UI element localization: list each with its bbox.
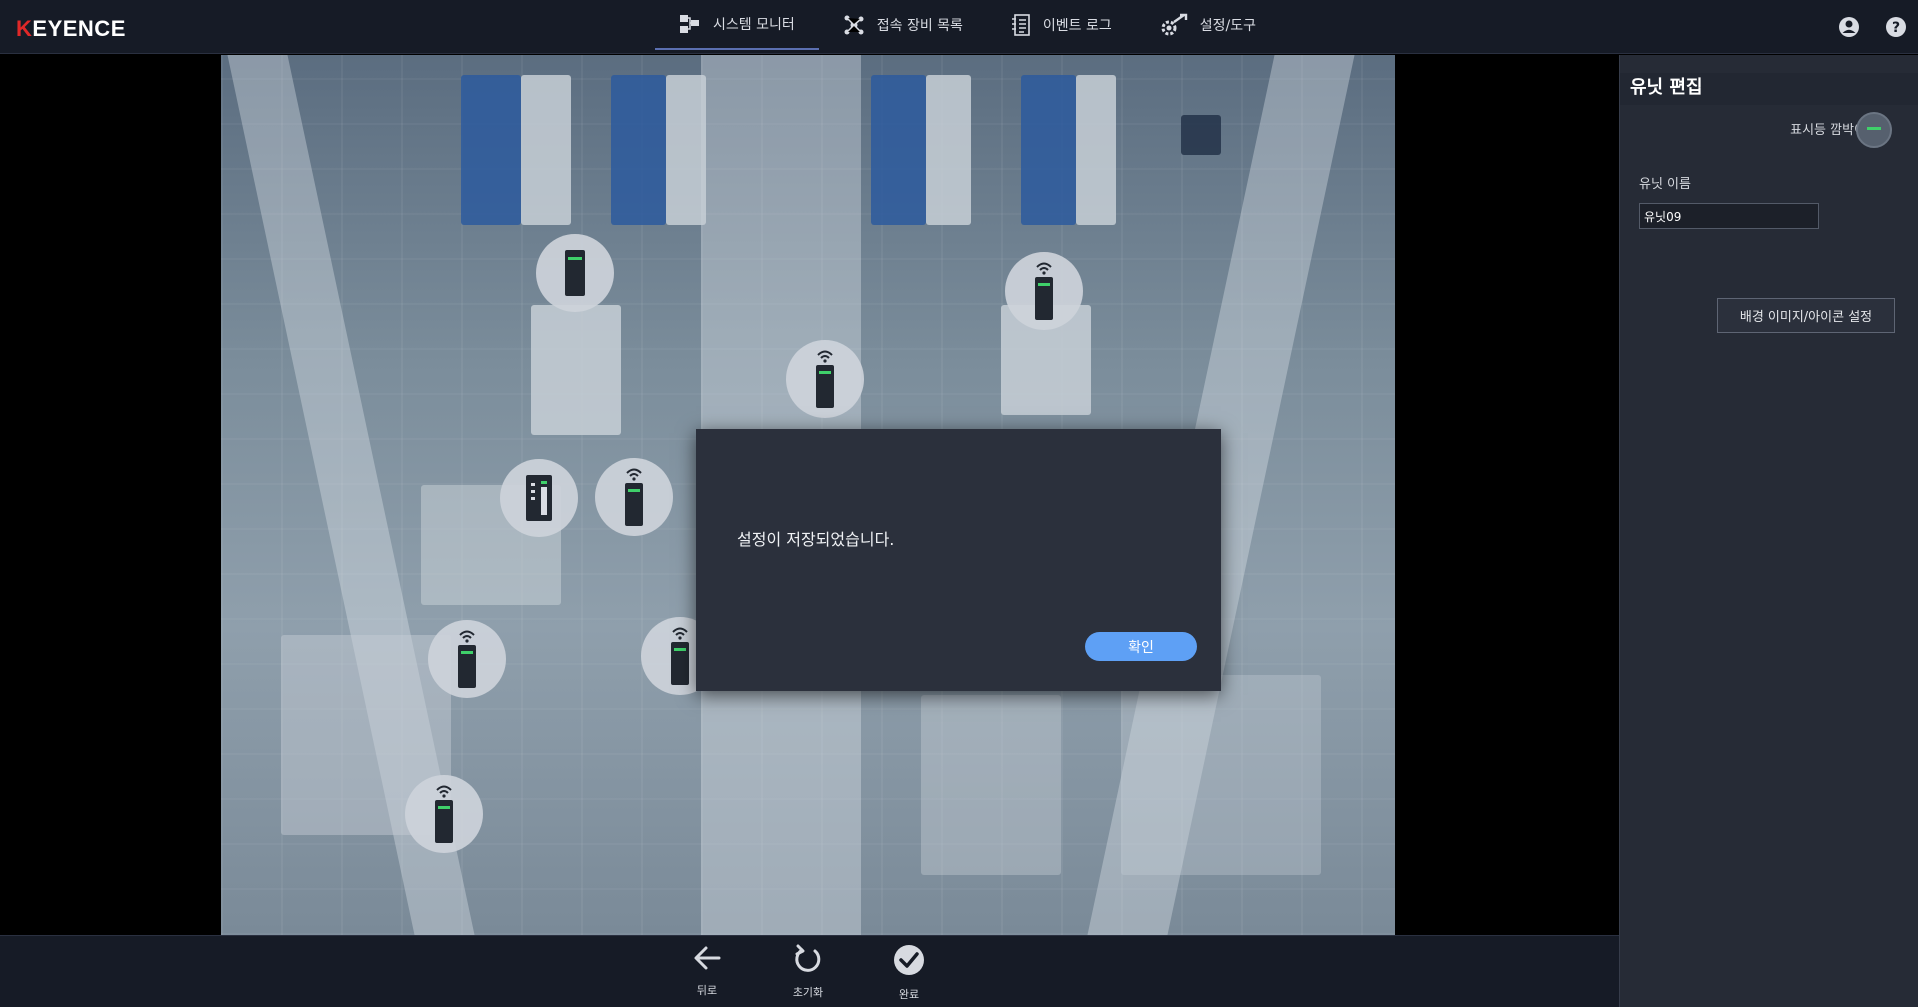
keyence-logo: KEYENCE: [16, 16, 126, 42]
panel-title: 유닛 편집: [1630, 77, 1703, 98]
unit-name-input[interactable]: [1639, 203, 1819, 229]
unit-edit-panel: 유닛 편집 표시등 깜박이기 유닛 이름 배경 이미지/아이콘 설정: [1619, 55, 1918, 1007]
bottom-toolbar: 뒤로 초기화 완료: [0, 935, 1619, 1007]
reset-icon: [795, 944, 821, 972]
logo-k: K: [16, 16, 33, 41]
save-confirmation-dialog: 설정이 저장되었습니다. 확인: [696, 429, 1221, 691]
back-label: 뒤로: [696, 984, 718, 997]
logo-rest: EYENCE: [32, 16, 126, 41]
back-arrow-icon: [694, 946, 721, 970]
tab-label: 접속 장비 목록: [876, 18, 963, 34]
reset-button[interactable]: 초기화: [773, 944, 843, 1000]
event-log-icon: [1011, 14, 1030, 36]
top-navigation-bar: KEYENCE 시스템 모니터 접속 장비 목록 이벤트 로그 설정/도구 ?: [0, 0, 1918, 54]
tab-label: 시스템 모니터: [713, 17, 795, 33]
tab-settings-tools[interactable]: 설정/도구: [1136, 0, 1280, 50]
svg-text:?: ?: [1892, 20, 1900, 36]
main-tabs: 시스템 모니터 접속 장비 목록 이벤트 로그 설정/도구: [655, 0, 1280, 54]
network-nodes-icon: [844, 15, 864, 35]
user-account-button[interactable]: [1838, 16, 1860, 42]
reset-label: 초기화: [792, 986, 824, 999]
dialog-message: 설정이 저장되었습니다.: [737, 530, 895, 549]
help-icon: ?: [1886, 17, 1906, 37]
ok-button[interactable]: 확인: [1085, 632, 1197, 661]
done-button[interactable]: 완료: [874, 944, 944, 1002]
tab-system-monitor[interactable]: 시스템 모니터: [655, 0, 819, 50]
check-circle-icon: [894, 945, 924, 975]
dialog-overlay: 설정이 저장되었습니다. 확인: [0, 55, 1619, 935]
done-label: 완료: [898, 988, 920, 1001]
unit-name-label: 유닛 이름: [1639, 177, 1691, 192]
background-image-icon-settings-button[interactable]: 배경 이미지/아이콘 설정: [1717, 298, 1895, 333]
back-button[interactable]: 뒤로: [672, 944, 742, 998]
settings-tools-icon: [1161, 13, 1187, 36]
system-monitor-icon: [680, 15, 699, 33]
user-account-icon: [1839, 17, 1859, 37]
blink-indicator-button[interactable]: [1856, 112, 1892, 148]
tab-event-log[interactable]: 이벤트 로그: [987, 0, 1136, 50]
tab-label: 설정/도구: [1199, 18, 1257, 34]
tab-label: 이벤트 로그: [1042, 18, 1112, 34]
tab-device-list[interactable]: 접속 장비 목록: [819, 0, 987, 50]
indicator-led-icon: [1867, 127, 1881, 130]
help-button[interactable]: ?: [1885, 16, 1907, 42]
